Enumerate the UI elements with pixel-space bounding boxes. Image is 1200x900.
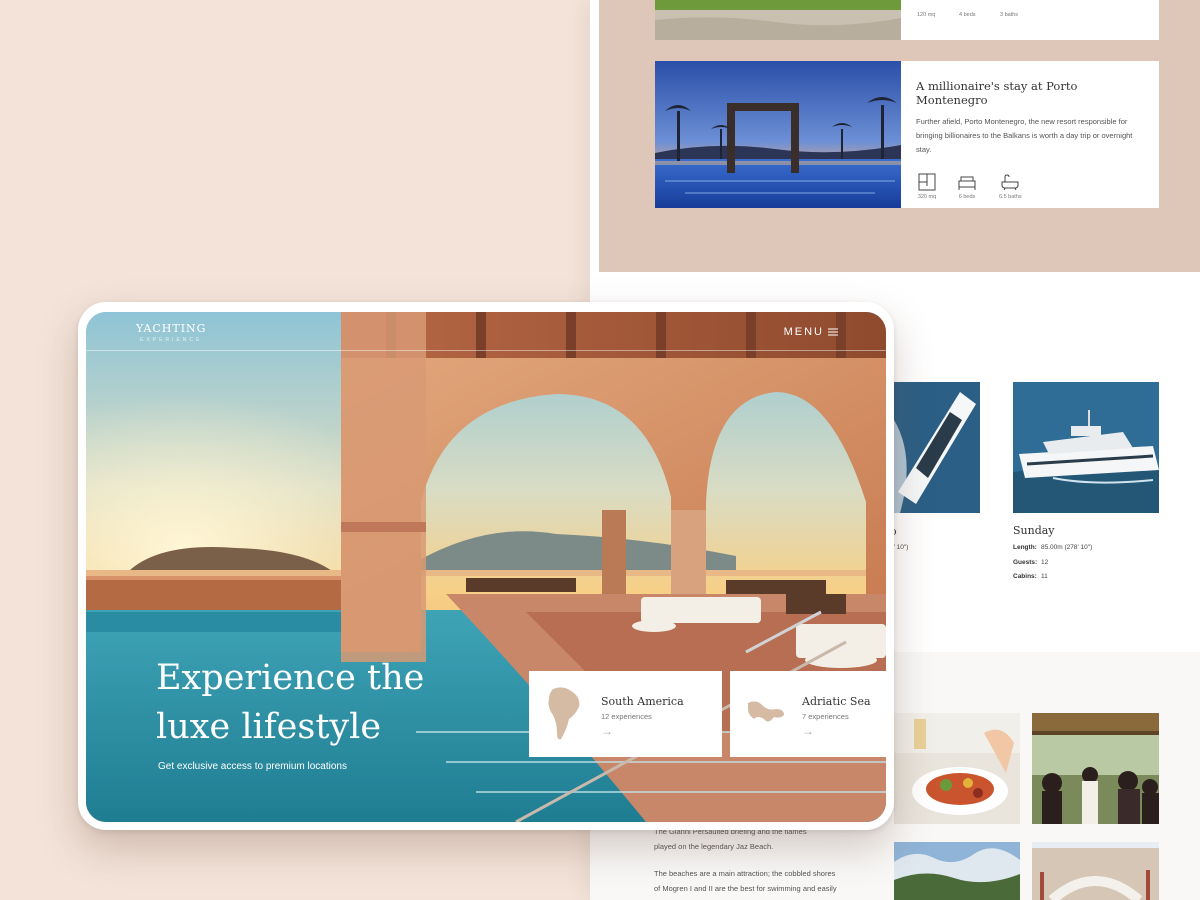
south-america-map-icon xyxy=(548,687,580,740)
amenity-baths: 3 baths xyxy=(1000,12,1018,18)
tablet-screen: YACHTING EXPERIENCE MENU Experience the … xyxy=(86,312,886,822)
floor-plan-icon xyxy=(918,173,936,191)
yacht-photo[interactable] xyxy=(880,382,980,513)
yacht-spec-label: Guests: xyxy=(1013,559,1038,566)
article-line: of Mogren I and II are the best for swim… xyxy=(654,884,837,893)
destination-card-adriatic-sea[interactable]: Adriatic Sea 7 experiences → xyxy=(730,671,886,757)
arrow-right-icon[interactable]: → xyxy=(601,724,613,738)
amenity-baths-label: 6.5 baths xyxy=(999,194,1022,200)
hero-subtitle: Get exclusive access to premium location… xyxy=(158,761,347,772)
menu-label: MENU xyxy=(783,326,824,338)
listing-photo xyxy=(655,0,901,40)
yacht-name[interactable]: Sunday xyxy=(1013,524,1055,537)
yacht-spec-value: 12 xyxy=(1041,559,1049,566)
gallery-photo-food[interactable] xyxy=(894,713,1020,824)
gallery-photo-coast[interactable] xyxy=(894,842,1020,900)
destination-count: 7 experiences xyxy=(802,712,849,721)
listing-card-top[interactable]: 120 mq 4 beds 3 baths xyxy=(655,0,1159,40)
destination-name: Adriatic Sea xyxy=(802,695,871,708)
logo-sub-text: EXPERIENCE xyxy=(140,337,203,343)
hamburger-icon xyxy=(828,328,838,336)
amenity-area: 320 mq xyxy=(917,173,937,200)
tablet-device: YACHTING EXPERIENCE MENU Experience the … xyxy=(78,302,894,830)
amenity-beds-label: 4 beds xyxy=(959,12,976,18)
article-paragraph: The beaches are a main attraction; the c… xyxy=(654,866,837,896)
listing-title[interactable]: A millionaire's stay at Porto Montenegro xyxy=(916,79,1143,107)
listing-photo xyxy=(655,61,901,208)
header-divider xyxy=(86,350,886,351)
yacht-photo[interactable] xyxy=(1013,382,1159,513)
menu-button[interactable]: MENU xyxy=(784,326,838,338)
amenity-area-label: 120 mq xyxy=(917,12,936,18)
destination-count: 12 experiences xyxy=(601,712,652,721)
yacht-spec: Length: 85.00m (278' 10") xyxy=(1013,544,1092,551)
amenity-beds: 6 beds xyxy=(957,173,977,200)
arrow-right-icon[interactable]: → xyxy=(802,724,814,738)
article-line: played on the legendary Jaz Beach. xyxy=(654,842,774,851)
listing-description: Further afield, Porto Montenegro, the ne… xyxy=(916,117,1133,154)
amenity-baths-label: 3 baths xyxy=(1000,12,1019,18)
gallery-photo-restaurant[interactable] xyxy=(1032,713,1159,824)
yacht-spec-value: 85.00m (278' 10") xyxy=(1041,544,1093,551)
logo-main-text: YACHTING xyxy=(136,322,207,335)
yacht-spec-label: Length: xyxy=(1013,544,1037,551)
amenity-beds: 4 beds xyxy=(959,12,976,18)
site-logo[interactable]: YACHTING EXPERIENCE xyxy=(136,322,206,343)
bed-icon xyxy=(958,176,976,190)
amenity-baths: 6.5 baths xyxy=(999,173,1022,200)
amenity-beds-label: 6 beds xyxy=(958,194,976,200)
destination-card-south-america[interactable]: South America 12 experiences → xyxy=(529,671,722,757)
adriatic-map-icon xyxy=(748,701,784,722)
bath-icon xyxy=(1001,174,1019,191)
hero-title: Experience the luxe lifestyle xyxy=(156,658,425,747)
amenity-area: 120 mq xyxy=(917,12,935,18)
yacht-spec: Cabins: 11 xyxy=(1013,573,1048,580)
destination-name: South America xyxy=(601,695,684,708)
yacht-spec-value: 11 xyxy=(1041,573,1048,580)
amenity-area-label: 320 mq xyxy=(917,194,937,200)
yacht-spec: Guests: 12 xyxy=(1013,559,1048,566)
article-line: The beaches are a main attraction; the c… xyxy=(654,869,836,878)
yacht-spec-label: Cabins: xyxy=(1013,573,1037,580)
gallery-photo-venice[interactable] xyxy=(1032,842,1159,900)
listing-card-porto-montenegro[interactable]: A millionaire's stay at Porto Montenegro… xyxy=(655,61,1159,208)
